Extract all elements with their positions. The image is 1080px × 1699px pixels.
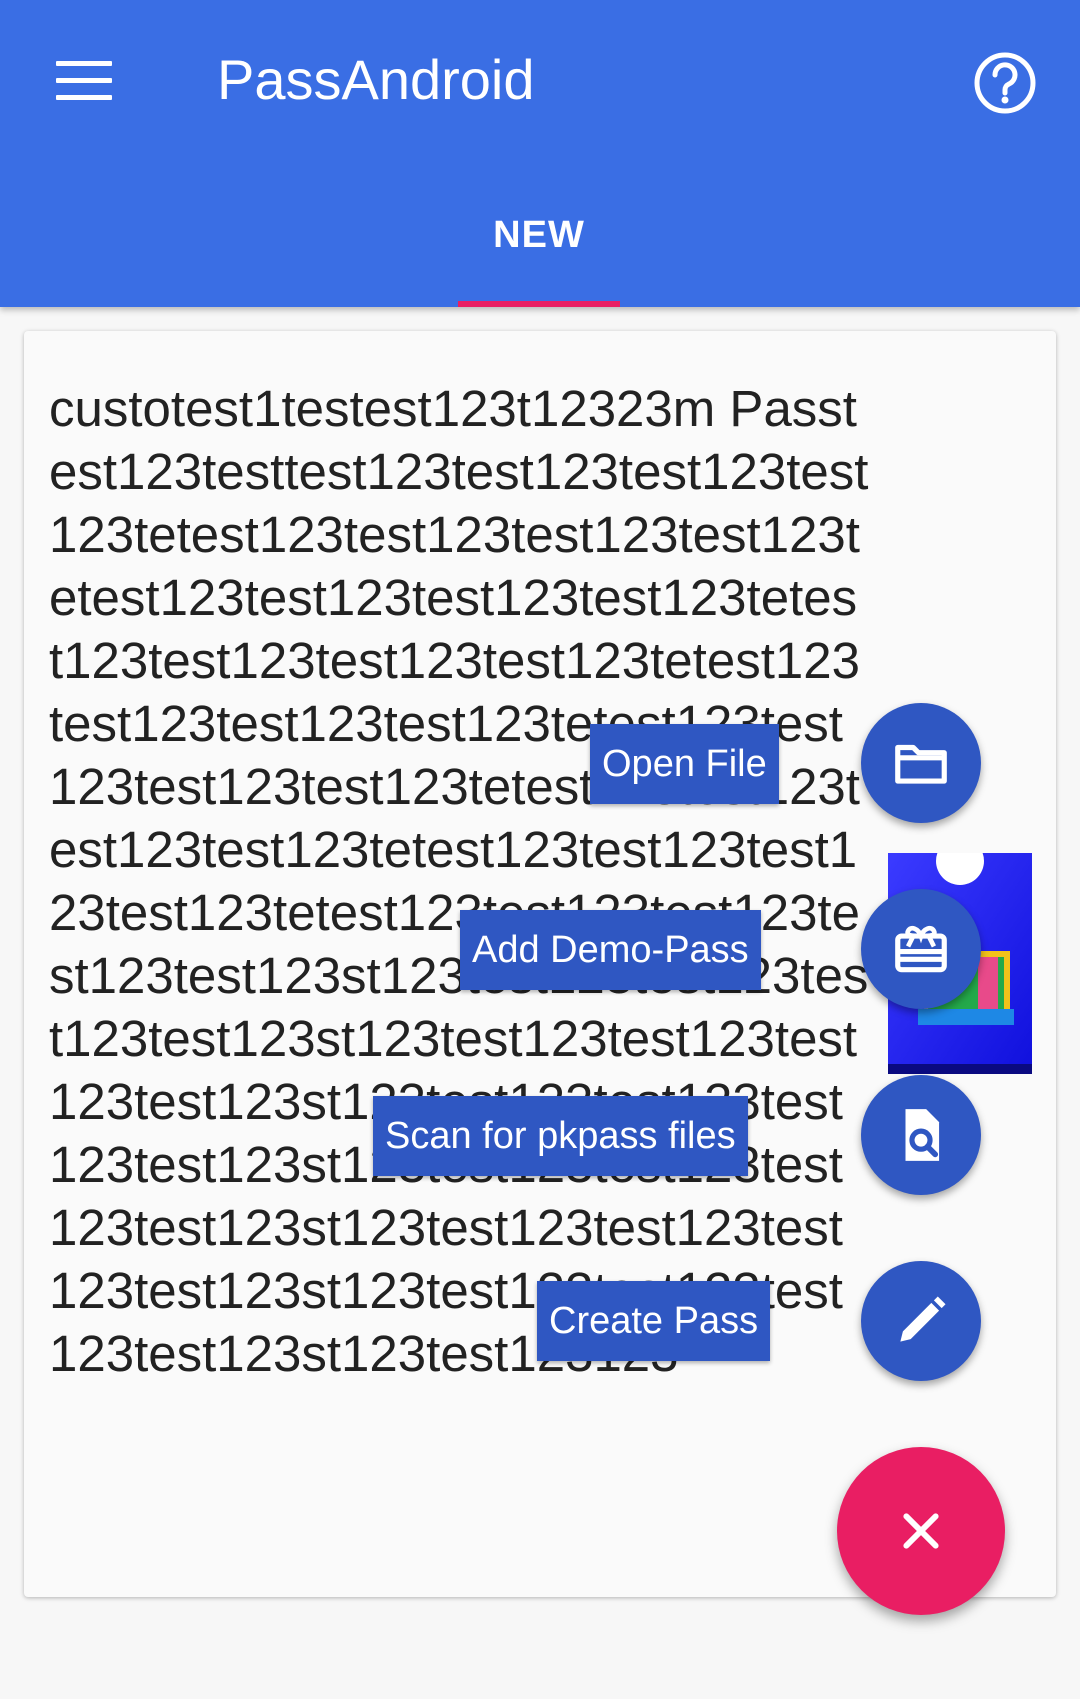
pass-card-text: custotest1testest123t12323m Passtest123t…	[49, 380, 869, 1382]
tab-new-label: NEW	[493, 214, 585, 256]
add-demo-pass-button[interactable]	[861, 889, 981, 1009]
app-bar: PassAndroid NEW	[0, 0, 1080, 307]
tab-new[interactable]: NEW	[458, 200, 620, 307]
close-fab-button[interactable]	[837, 1447, 1005, 1615]
pencil-icon	[900, 1296, 946, 1342]
app-title: PassAndroid	[217, 48, 535, 111]
folder-icon	[895, 744, 947, 784]
menu-icon[interactable]	[52, 55, 116, 105]
help-icon[interactable]	[972, 50, 1038, 116]
card-giftcard-icon	[895, 925, 947, 973]
create-pass-label[interactable]: Create Pass	[537, 1281, 771, 1361]
scan-pkpass-label[interactable]: Scan for pkpass files	[373, 1096, 748, 1176]
open-file-button[interactable]	[861, 703, 981, 823]
open-file-label[interactable]: Open File	[590, 724, 779, 804]
add-demo-pass-label[interactable]: Add Demo-Pass	[460, 910, 761, 990]
find-in-page-icon	[905, 1109, 940, 1161]
close-icon	[903, 1513, 939, 1549]
tab-indicator	[458, 301, 620, 307]
create-pass-button[interactable]	[861, 1261, 981, 1381]
scan-pkpass-button[interactable]	[861, 1075, 981, 1195]
